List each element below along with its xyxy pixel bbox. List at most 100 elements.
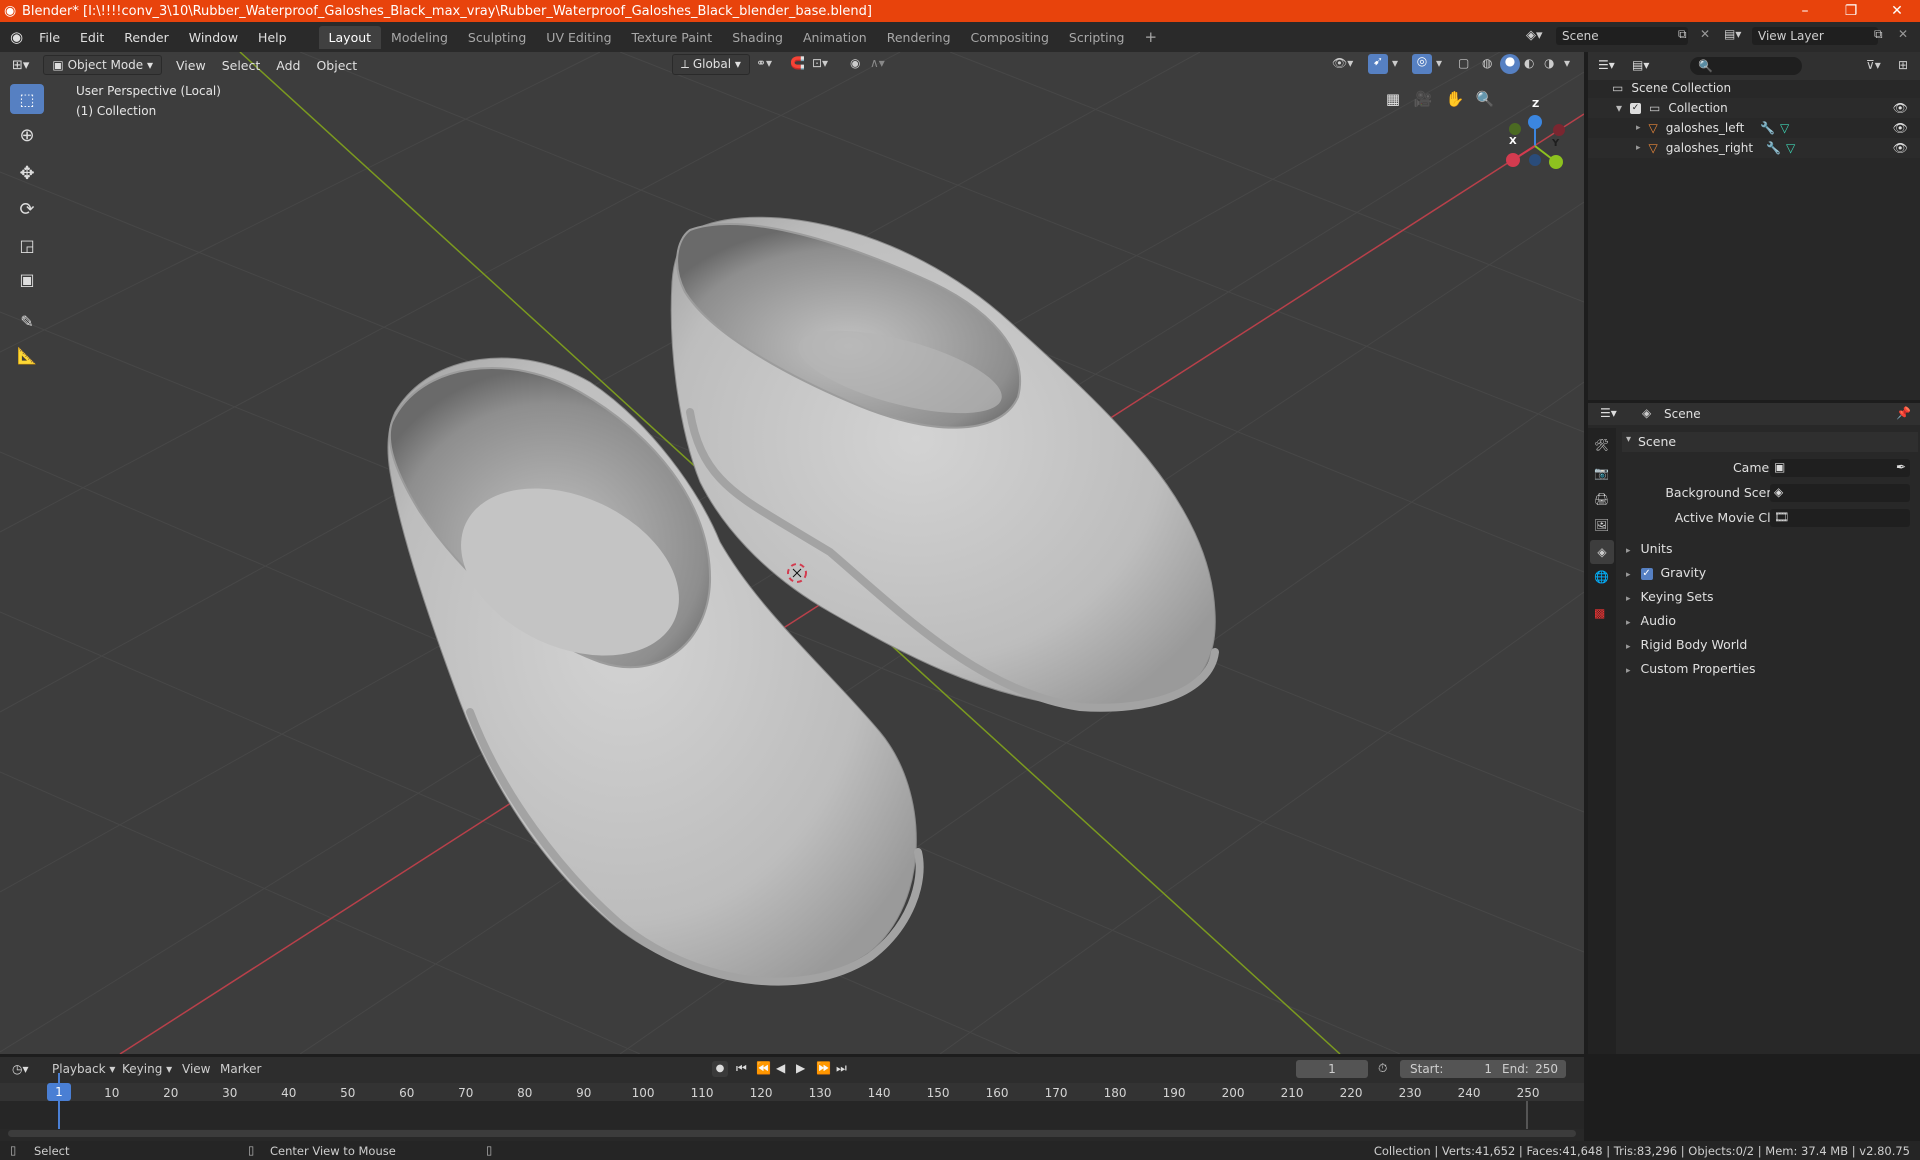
playhead-frame-label[interactable]: 1	[47, 1083, 71, 1101]
camera-field[interactable]: ▣ ✒	[1770, 459, 1910, 477]
gizmo-toggle-icon[interactable]: ➹	[1368, 54, 1388, 74]
proportional-editing-icon[interactable]: ◉	[850, 56, 860, 70]
tab-rendering[interactable]: Rendering	[877, 26, 961, 49]
rotate-tool[interactable]: ⟳	[10, 194, 44, 224]
cursor-tool[interactable]: ⊕	[10, 120, 44, 150]
tab-sculpting[interactable]: Sculpting	[458, 26, 536, 49]
menu-view-timeline[interactable]: View	[182, 1062, 210, 1076]
delete-scene-icon[interactable]: ✕	[1700, 27, 1710, 41]
outliner-search-input[interactable]: 🔍	[1690, 57, 1802, 75]
output-tab-icon[interactable]: 🖨	[1594, 492, 1609, 506]
blender-menu-icon[interactable]: ◉	[10, 28, 23, 46]
keying-sets-panel-header[interactable]: ▸ Keying Sets	[1622, 589, 1918, 604]
tab-shading[interactable]: Shading	[722, 26, 793, 49]
expand-arrow-icon[interactable]: ▸	[1636, 143, 1641, 153]
menu-view[interactable]: View	[168, 58, 214, 73]
shading-menu-icon[interactable]: ▾	[1564, 56, 1570, 70]
tab-scripting[interactable]: Scripting	[1059, 26, 1135, 49]
eyedropper-icon[interactable]: ✒	[1896, 460, 1906, 474]
transform-tool[interactable]: ▣	[10, 264, 44, 294]
measure-tool[interactable]: 📐	[10, 340, 44, 370]
material-shading-icon[interactable]: ◐	[1524, 56, 1534, 70]
menu-select[interactable]: Select	[214, 58, 269, 73]
gizmo-menu-icon[interactable]: ▾	[1392, 56, 1398, 70]
collapse-arrow-icon[interactable]: ▾	[1616, 101, 1622, 115]
expand-arrow-icon[interactable]: ▸	[1636, 123, 1641, 133]
rigid-body-world-panel-header[interactable]: ▸ Rigid Body World	[1622, 637, 1918, 652]
move-tool[interactable]: ✥	[10, 158, 44, 188]
tab-compositing[interactable]: Compositing	[961, 26, 1059, 49]
gizmo-x-label[interactable]: X	[1509, 136, 1517, 147]
properties-editor-type-icon[interactable]: ☰▾	[1600, 406, 1617, 420]
tool-tab-icon[interactable]: 🛠	[1594, 438, 1609, 452]
minimize-button[interactable]: –	[1782, 0, 1828, 22]
menu-playback[interactable]: Playback ▾	[52, 1062, 115, 1076]
jump-end-icon[interactable]: ⏭	[836, 1061, 847, 1076]
delete-view-layer-icon[interactable]: ✕	[1898, 27, 1908, 41]
current-frame-field[interactable]: 1	[1296, 1060, 1368, 1078]
filter-icon[interactable]: ⊽▾	[1866, 58, 1881, 72]
annotate-tool[interactable]: ✎	[10, 306, 44, 336]
object-visibility-icon[interactable]: 👁	[1893, 141, 1908, 155]
scene-selector[interactable]: Scene	[1556, 27, 1688, 45]
rendered-shading-icon[interactable]: ◑	[1544, 56, 1554, 70]
pin-icon[interactable]: 📌	[1896, 406, 1911, 420]
units-panel-header[interactable]: ▸ Units	[1622, 541, 1918, 556]
tab-uv-editing[interactable]: UV Editing	[536, 26, 621, 49]
outliner-item-scene-collection[interactable]: ▭ Scene Collection	[1588, 78, 1920, 98]
view-layer-tab-icon[interactable]: 🖼	[1594, 518, 1609, 532]
tab-modeling[interactable]: Modeling	[381, 26, 458, 49]
timeline-track-area[interactable]	[0, 1101, 1584, 1129]
toggle-grid-button[interactable]: ▦	[1380, 86, 1406, 112]
restore-button[interactable]: ❐	[1828, 0, 1874, 22]
start-frame-field[interactable]: Start: 1	[1400, 1060, 1500, 1078]
render-tab-icon[interactable]: 📷	[1594, 466, 1609, 480]
object-visibility-icon[interactable]: 👁	[1893, 121, 1908, 135]
gizmo-y-label[interactable]: Y	[1552, 138, 1559, 149]
play-reverse-icon[interactable]: ◀	[776, 1061, 785, 1075]
new-collection-icon[interactable]: ⊞	[1898, 58, 1908, 72]
add-workspace-button[interactable]: +	[1135, 24, 1168, 50]
scene-icon[interactable]: ◈▾	[1526, 28, 1543, 43]
gravity-panel-header[interactable]: ▸ ✓ Gravity	[1622, 565, 1918, 580]
scene-panel-header[interactable]: ▾ Scene	[1622, 432, 1918, 452]
solid-shading-icon[interactable]: ●	[1500, 54, 1520, 74]
editor-type-icon[interactable]: ⊞▾	[12, 58, 29, 73]
xray-toggle-icon[interactable]: ▢	[1458, 56, 1469, 70]
jump-start-icon[interactable]: ⏮	[736, 1061, 747, 1076]
display-mode-icon[interactable]: ▤▾	[1632, 58, 1649, 72]
visibility-icon[interactable]: 👁▾	[1332, 56, 1353, 70]
texture-tab-icon[interactable]: ▩	[1594, 606, 1605, 620]
zoom-view-button[interactable]: 🔍	[1472, 86, 1498, 112]
play-icon[interactable]: ▶	[796, 1061, 805, 1075]
record-button[interactable]: ●	[712, 1061, 728, 1077]
scene-tab-icon[interactable]: ◈	[1590, 540, 1614, 564]
gizmo-z-label[interactable]: Z	[1532, 99, 1539, 110]
next-keyframe-icon[interactable]: ⏩	[816, 1061, 831, 1075]
outliner-item-collection[interactable]: ▾ ✓ ▭ Collection 👁	[1588, 98, 1920, 118]
timeline-scrollbar[interactable]	[8, 1130, 1576, 1137]
gravity-checkbox[interactable]: ✓	[1640, 567, 1653, 580]
new-scene-icon[interactable]: ⧉	[1678, 27, 1687, 42]
view-layer-selector[interactable]: View Layer	[1752, 27, 1878, 45]
stopwatch-icon[interactable]: ⏱	[1378, 1061, 1387, 1076]
menu-edit[interactable]: Edit	[70, 30, 114, 45]
overlay-toggle-icon[interactable]: ◎	[1412, 54, 1432, 74]
3d-viewport[interactable]: Z X Y User Perspective (Local) (1) Colle…	[0, 52, 1584, 1054]
menu-object[interactable]: Object	[308, 58, 365, 73]
menu-window[interactable]: Window	[179, 30, 248, 45]
wireframe-shading-icon[interactable]: ◍	[1482, 56, 1492, 70]
mode-selector[interactable]: ▣ Object Mode ▾	[43, 55, 163, 75]
active-movie-clip-field[interactable]: 🎞	[1770, 509, 1910, 527]
audio-panel-header[interactable]: ▸ Audio	[1622, 613, 1918, 628]
background-scene-field[interactable]: ◈	[1770, 484, 1910, 502]
outliner-item-galoshes-right[interactable]: ▸ ▽ galoshes_right 🔧 ▽ 👁	[1588, 138, 1920, 158]
transform-orientation-selector[interactable]: ⟂ Global ▾	[672, 54, 750, 75]
scale-tool[interactable]: ◲	[10, 230, 44, 260]
menu-help[interactable]: Help	[248, 30, 297, 45]
tab-texture-paint[interactable]: Texture Paint	[622, 26, 723, 49]
collection-visibility-icon[interactable]: 👁	[1893, 101, 1908, 115]
menu-add[interactable]: Add	[268, 58, 308, 73]
select-box-tool[interactable]: ⬚	[10, 84, 44, 114]
collection-checkbox[interactable]: ✓	[1630, 102, 1642, 114]
